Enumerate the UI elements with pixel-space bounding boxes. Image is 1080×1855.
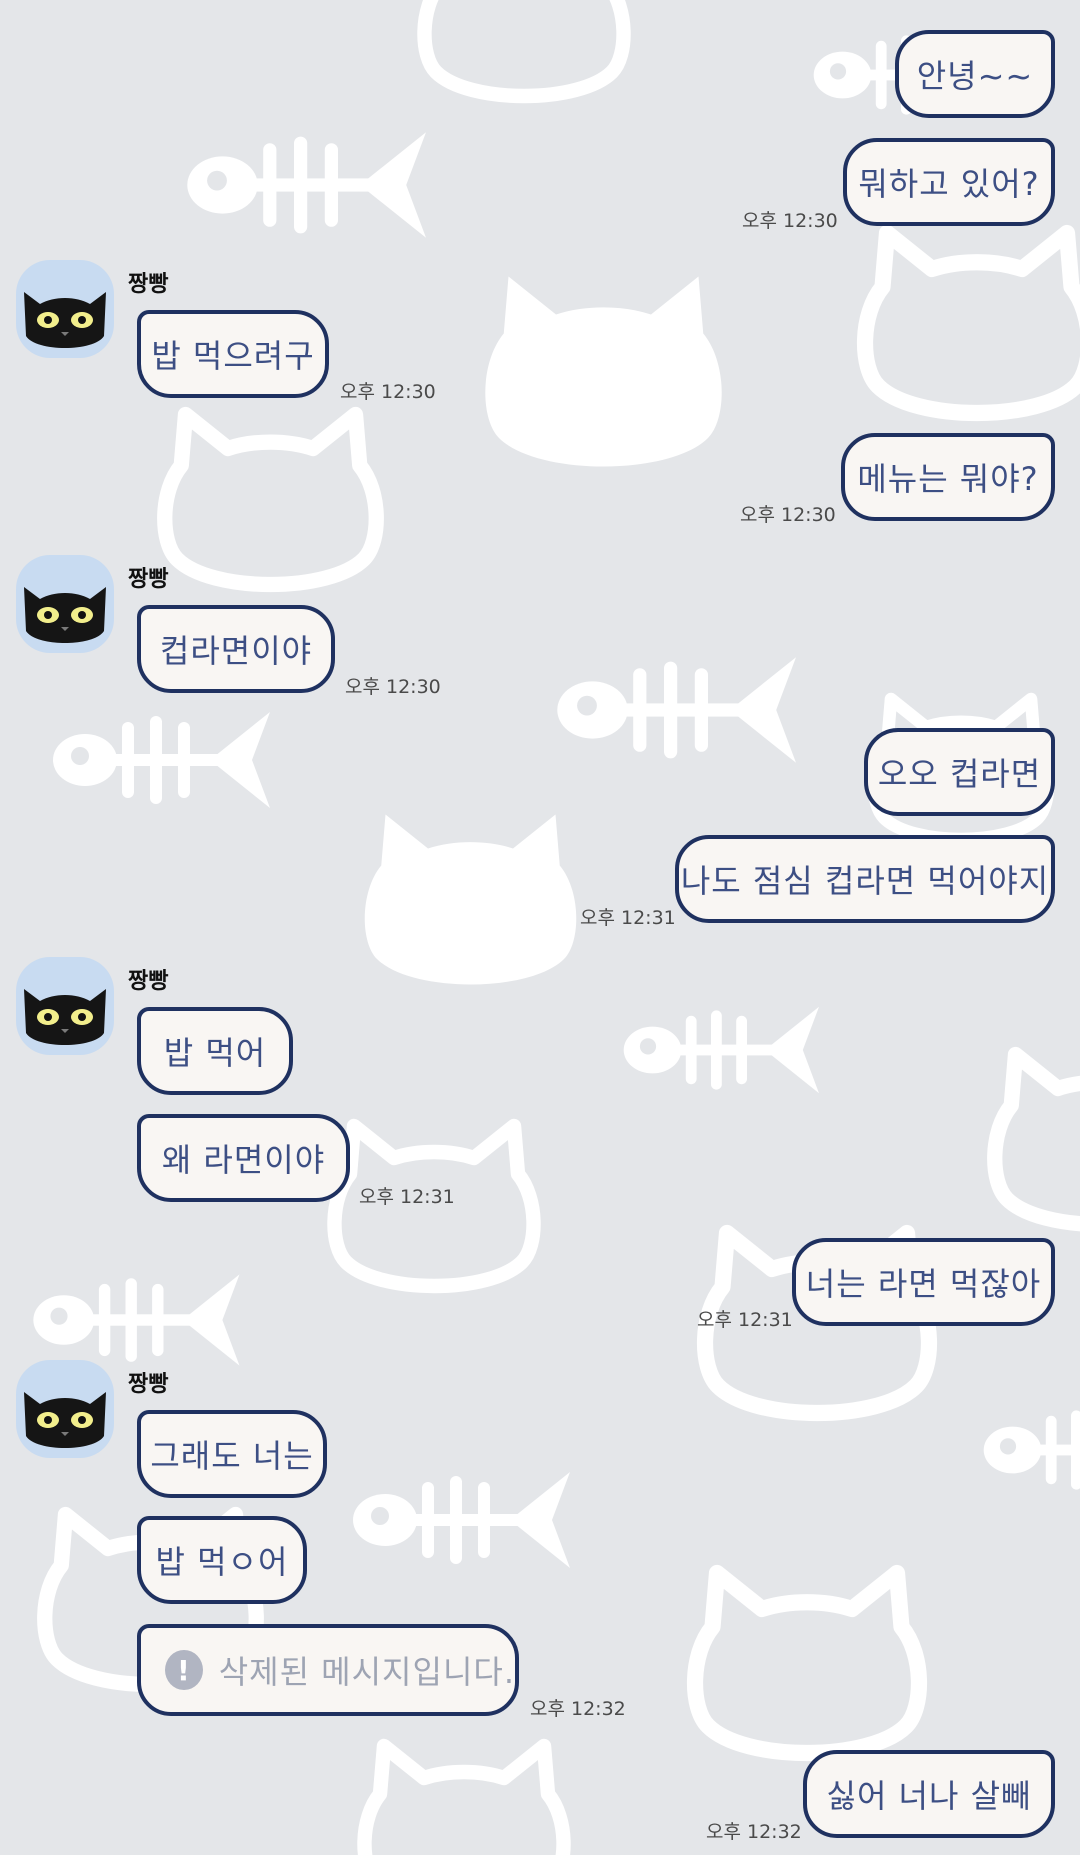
sent-message-bubble[interactable]: 안녕~~	[895, 30, 1055, 118]
sent-message-bubble[interactable]: 싫어 너나 살빼	[803, 1750, 1055, 1838]
deleted-message-text: 삭제된 메시지입니다.	[218, 1653, 515, 1691]
received-message-bubble[interactable]: 컵라면이야	[137, 605, 335, 693]
message-timestamp: 오후 12:30	[340, 381, 436, 403]
contact-avatar[interactable]	[14, 258, 116, 360]
contact-name: 짱빵	[128, 1372, 169, 1397]
contact-name: 짱빵	[128, 567, 169, 592]
exclamation-icon: !	[165, 1650, 203, 1690]
message-timestamp: 오후 12:32	[706, 1821, 802, 1843]
contact-avatar[interactable]	[14, 553, 116, 655]
message-timestamp: 오후 12:30	[345, 676, 441, 698]
received-message-bubble[interactable]: 왜 라면이야	[137, 1114, 350, 1202]
sent-message-bubble[interactable]: 메뉴는 뭐야?	[841, 433, 1055, 521]
message-timestamp: 오후 12:31	[580, 907, 676, 929]
sent-message-bubble[interactable]: 나도 점심 컵라면 먹어야지	[675, 835, 1055, 923]
message-timestamp: 오후 12:32	[530, 1698, 626, 1720]
sent-message-bubble[interactable]: 뭐하고 있어?	[843, 138, 1055, 226]
received-message-bubble[interactable]: 그래도 너는	[137, 1410, 327, 1498]
message-timestamp: 오후 12:31	[359, 1186, 455, 1208]
received-message-bubble[interactable]: 밥 먹ㅇ어	[137, 1516, 307, 1604]
contact-avatar[interactable]	[14, 1358, 116, 1460]
received-message-bubble[interactable]: 밥 먹어	[137, 1007, 293, 1095]
message-timestamp: 오후 12:30	[740, 504, 836, 526]
deleted-message-bubble[interactable]: ! 삭제된 메시지입니다.	[137, 1624, 519, 1716]
message-timestamp: 오후 12:30	[742, 210, 838, 232]
received-message-bubble[interactable]: 밥 먹으려구	[137, 310, 329, 398]
message-timestamp: 오후 12:31	[697, 1309, 793, 1331]
chat-room: 안녕~~ 오후 12:30 뭐하고 있어? 짱빵 밥 먹으려구 오후 12:30…	[0, 0, 1080, 1855]
contact-avatar[interactable]	[14, 955, 116, 1057]
sent-message-bubble[interactable]: 너는 라면 먹잖아	[792, 1238, 1055, 1326]
sent-message-bubble[interactable]: 오오 컵라면	[864, 728, 1055, 816]
contact-name: 짱빵	[128, 969, 169, 994]
contact-name: 짱빵	[128, 272, 169, 297]
